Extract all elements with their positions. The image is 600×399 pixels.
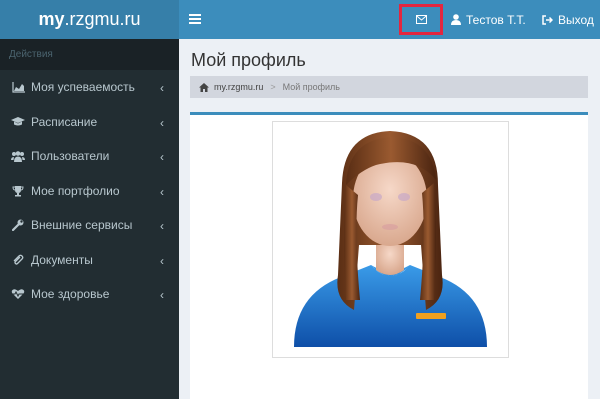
messages-button[interactable] bbox=[399, 4, 443, 35]
logo-bold: my bbox=[38, 9, 65, 29]
sidebar-item-schedule[interactable]: Расписание ‹ bbox=[0, 105, 179, 140]
chevron-left-icon: ‹ bbox=[160, 219, 164, 233]
paperclip-icon bbox=[11, 253, 25, 267]
sidebar-item-label: Внешние сервисы bbox=[31, 218, 133, 233]
users-icon bbox=[11, 149, 25, 163]
sidebar-item-external-services[interactable]: Внешние сервисы ‹ bbox=[0, 208, 179, 243]
breadcrumb-separator: > bbox=[270, 82, 276, 92]
sidebar-item-users[interactable]: Пользователи ‹ bbox=[0, 139, 179, 174]
female-user-avatar-image bbox=[294, 131, 487, 347]
sidebar: Действия Моя успеваемость ‹ Расписание ‹… bbox=[0, 39, 179, 399]
sidebar-item-label: Пользователи bbox=[31, 149, 110, 164]
user-name: Тестов Т.Т. bbox=[466, 12, 526, 27]
graduation-cap-icon bbox=[11, 115, 25, 129]
app-logo[interactable]: my .rzgmu.ru bbox=[0, 0, 179, 39]
breadcrumb-current: Мой профиль bbox=[282, 82, 340, 92]
logout-button[interactable]: Выход bbox=[542, 0, 594, 39]
sidebar-item-health[interactable]: Мое здоровье ‹ bbox=[0, 277, 179, 312]
home-icon bbox=[199, 82, 209, 92]
profile-avatar bbox=[272, 121, 509, 358]
breadcrumb-home-link[interactable]: my.rzgmu.ru bbox=[214, 82, 263, 92]
chevron-left-icon: ‹ bbox=[160, 253, 164, 268]
sidebar-item-label: Документы bbox=[31, 252, 93, 267]
user-icon bbox=[451, 14, 461, 25]
sidebar-item-portfolio[interactable]: Мое портфолио ‹ bbox=[0, 174, 179, 209]
menu-toggle-icon[interactable] bbox=[189, 12, 201, 26]
wrench-icon bbox=[11, 218, 25, 232]
area-chart-icon bbox=[11, 80, 25, 94]
sidebar-item-label: Моя успеваемость bbox=[31, 80, 135, 95]
user-menu-button[interactable]: Тестов Т.Т. bbox=[451, 0, 526, 39]
sidebar-item-label: Расписание bbox=[31, 114, 98, 129]
logout-label: Выход bbox=[558, 12, 594, 27]
breadcrumb: my.rzgmu.ru > Мой профиль bbox=[190, 76, 588, 98]
chevron-left-icon: ‹ bbox=[160, 288, 164, 302]
chevron-left-icon: ‹ bbox=[160, 81, 164, 95]
chevron-left-icon: ‹ bbox=[160, 115, 164, 130]
sign-out-icon bbox=[542, 14, 553, 25]
trophy-icon bbox=[11, 184, 25, 198]
chevron-left-icon: ‹ bbox=[160, 184, 164, 199]
logo-rest: .rzgmu.ru bbox=[64, 9, 141, 29]
sidebar-item-label: Мое здоровье bbox=[31, 287, 110, 302]
sidebar-section-label: Действия bbox=[0, 39, 179, 70]
sidebar-item-documents[interactable]: Документы ‹ bbox=[0, 243, 179, 278]
sidebar-item-performance[interactable]: Моя успеваемость ‹ bbox=[0, 70, 179, 105]
chevron-left-icon: ‹ bbox=[160, 150, 164, 164]
envelope-icon bbox=[415, 15, 427, 24]
heartbeat-icon bbox=[11, 287, 25, 301]
sidebar-item-label: Мое портфолио bbox=[31, 183, 120, 198]
page-title: Мой профиль bbox=[191, 50, 306, 70]
top-navbar: Тестов Т.Т. Выход bbox=[179, 0, 600, 39]
